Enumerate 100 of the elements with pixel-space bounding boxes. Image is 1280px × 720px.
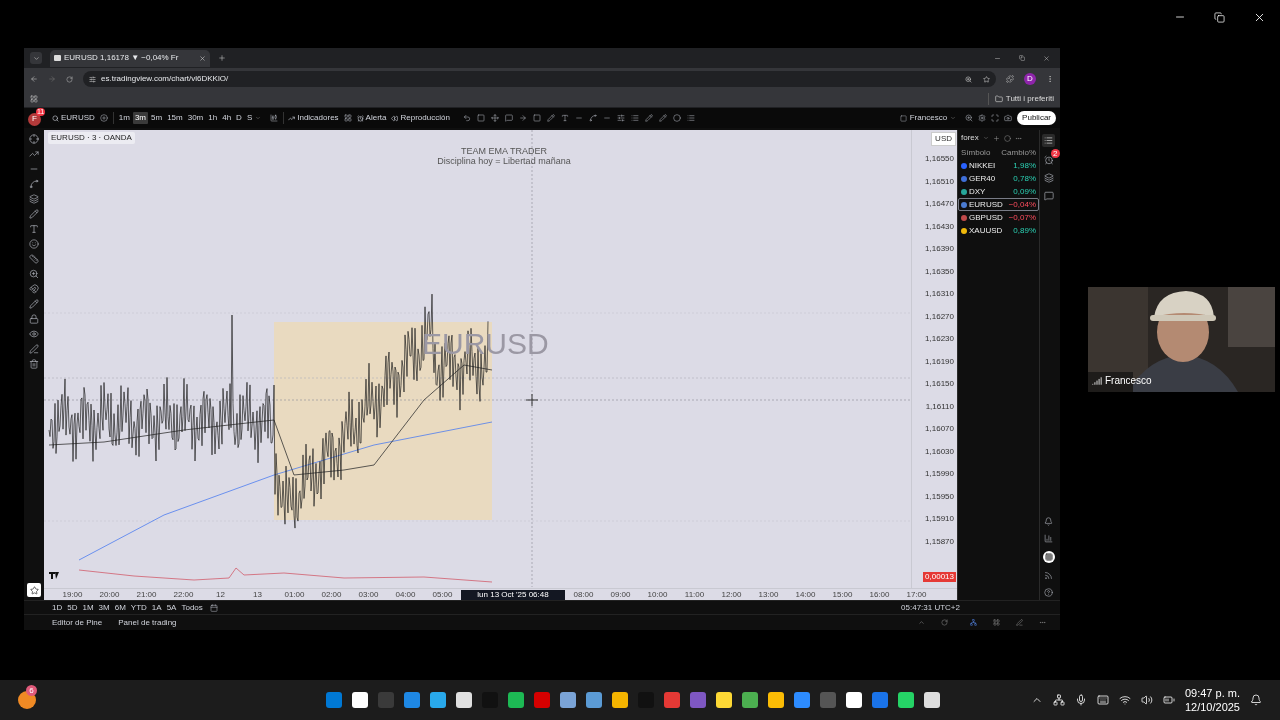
watchlist-row[interactable]: GER40 0,78% [958, 172, 1039, 185]
symbol-legend[interactable]: EURUSD · 3 · OANDA [48, 132, 135, 144]
panel-tab[interactable]: Editor de Pine [52, 616, 103, 629]
clock[interactable]: 09:47 p. m. 12/10/2025 [1184, 686, 1240, 714]
list-icon[interactable] [630, 114, 639, 122]
add-icon[interactable] [992, 134, 1000, 142]
app-icon[interactable] [768, 692, 785, 708]
timeframe-option[interactable]: 15m [165, 112, 185, 124]
fullscreen-icon[interactable] [991, 114, 1000, 122]
keyboard-icon[interactable] [1096, 694, 1109, 706]
bar-chart-icon[interactable] [1044, 534, 1053, 543]
app-icon[interactable] [586, 692, 603, 708]
column-header[interactable]: Símbolo [961, 146, 991, 159]
help-icon[interactable] [1044, 588, 1053, 597]
alert-button[interactable]: Alerta [356, 112, 387, 124]
profile-avatar[interactable]: D [1024, 73, 1036, 85]
watchlist-row[interactable]: NIKKEI 1,98% [958, 159, 1039, 172]
range-option[interactable]: 5D [67, 601, 78, 614]
refresh-icon[interactable] [941, 619, 948, 626]
publish-button[interactable]: Publicar [1017, 111, 1056, 125]
watchlist-row[interactable]: XAUUSD 0,89% [958, 224, 1039, 237]
address-bar[interactable]: es.tradingview.com/chart/vl6DKKlO/ [83, 71, 996, 87]
circle-icon[interactable] [1003, 134, 1011, 142]
volume-icon[interactable] [1140, 694, 1153, 706]
text-icon[interactable] [29, 224, 39, 234]
sliders-icon[interactable] [616, 114, 625, 122]
layout-icon[interactable] [343, 114, 352, 122]
zoom-icon[interactable] [29, 269, 39, 279]
watchlist-row[interactable]: EURUSD −0,04% [958, 198, 1039, 211]
browser-tab[interactable]: EURUSD 1,16178 ▼ −0,04% Fr [50, 49, 210, 67]
circle-icon[interactable] [672, 114, 681, 122]
watchlist-row[interactable]: DXY 0,09% [958, 185, 1039, 198]
range-option[interactable]: 1M [82, 601, 94, 614]
network-icon[interactable] [1052, 694, 1065, 706]
magnet-icon[interactable] [29, 284, 39, 294]
range-option[interactable]: 6M [114, 601, 126, 614]
app-icon[interactable] [352, 692, 369, 708]
menu-icon[interactable] [1046, 75, 1054, 83]
symbol-search[interactable]: EURUSD [52, 112, 95, 124]
range-option[interactable]: YTD [130, 601, 147, 614]
app-icon[interactable] [846, 692, 863, 708]
timeframe-option[interactable]: 5m [149, 112, 165, 124]
wifi-icon[interactable] [1118, 694, 1131, 706]
app-icon[interactable] [716, 692, 733, 708]
pencil-icon[interactable] [29, 299, 39, 309]
lock-icon[interactable] [29, 314, 39, 324]
signal-icon[interactable] [1044, 571, 1053, 580]
favorite-button[interactable] [27, 583, 41, 597]
brush-icon[interactable] [29, 209, 39, 219]
edit-icon[interactable] [1016, 619, 1023, 626]
trend-line-icon[interactable] [29, 149, 39, 159]
timeframe-option[interactable]: 4h [220, 112, 234, 124]
range-option[interactable]: 5A [166, 601, 177, 614]
curve-icon[interactable] [29, 179, 39, 189]
notifications-icon[interactable] [1250, 694, 1262, 706]
range-option[interactable]: 1A [151, 601, 162, 614]
indicators-button[interactable]: Indicadores [283, 112, 339, 124]
tab-search-button[interactable] [30, 52, 42, 64]
watchlist-name[interactable]: forex [961, 132, 979, 144]
rectangle-icon[interactable] [532, 114, 541, 122]
range-option[interactable]: 1D [52, 601, 63, 614]
timeframe-option[interactable]: S [244, 112, 255, 124]
camera-icon[interactable] [1004, 114, 1013, 122]
app-icon[interactable] [456, 692, 473, 708]
chevron-up-icon[interactable] [918, 619, 925, 626]
candlestick-icon[interactable] [270, 114, 279, 122]
app-icon[interactable] [508, 692, 525, 708]
layers-icon[interactable] [1043, 173, 1054, 183]
undo-icon[interactable] [462, 114, 471, 122]
alarm-clock-icon[interactable] [1043, 155, 1054, 165]
app-icon[interactable] [560, 692, 577, 708]
eye-icon[interactable] [29, 329, 39, 339]
watchlist-tab[interactable] [1042, 134, 1055, 147]
curve-icon[interactable] [588, 114, 597, 122]
settings-icon[interactable] [978, 114, 987, 122]
zoom-icon[interactable] [965, 114, 974, 122]
timeframe-option[interactable]: 30m [185, 112, 206, 124]
clock-text[interactable]: 05:47:31 UTC+2 [901, 601, 960, 614]
replay-button[interactable]: Reproducción [391, 112, 450, 124]
range-option[interactable]: Todos [181, 601, 203, 614]
app-icon[interactable] [924, 692, 941, 708]
range-option[interactable]: 3M [98, 601, 110, 614]
list-icon[interactable] [686, 114, 695, 122]
bell-icon[interactable] [1044, 517, 1053, 526]
chat-icon[interactable] [1043, 191, 1054, 201]
currency-select[interactable]: USD [931, 132, 956, 146]
square-icon[interactable] [476, 114, 485, 122]
watchlist-row[interactable]: GBPUSD −0,07% [958, 211, 1039, 224]
app-icon[interactable] [742, 692, 759, 708]
crosshair-icon[interactable] [29, 134, 39, 144]
trash-icon[interactable] [29, 359, 39, 369]
extensions-icon[interactable] [1006, 75, 1014, 83]
battery-icon[interactable] [1162, 694, 1175, 706]
smile-icon[interactable] [29, 239, 39, 249]
apps-icon[interactable] [30, 94, 38, 103]
reload-icon[interactable] [66, 75, 73, 83]
comment-icon[interactable] [504, 114, 513, 122]
arrow-icon[interactable] [518, 114, 527, 122]
add-symbol-icon[interactable] [99, 114, 108, 122]
new-tab-icon[interactable] [218, 54, 226, 62]
